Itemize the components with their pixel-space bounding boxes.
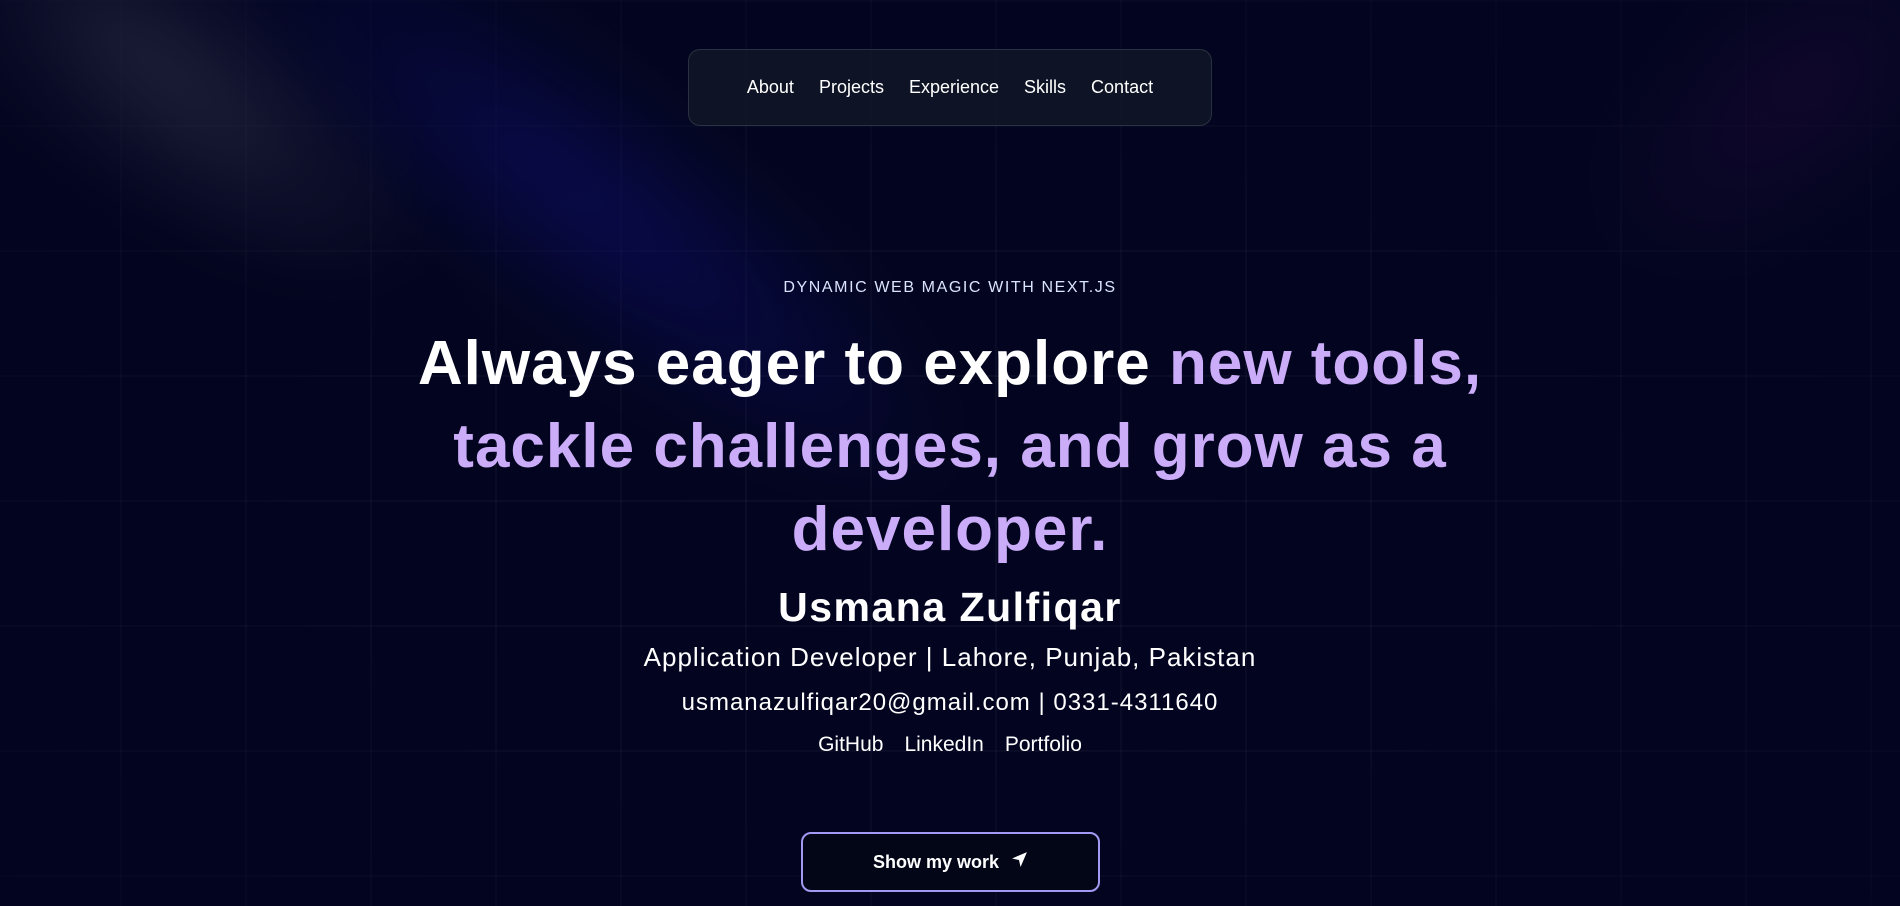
location-arrow-icon (1011, 851, 1028, 873)
hero-eyebrow: DYNAMIC WEB MAGIC WITH NEXT.JS (783, 279, 1117, 296)
social-links: GitHub LinkedIn Portfolio (0, 733, 1900, 757)
profile-contact: usmanazulfiqar20@gmail.com | 0331-431164… (681, 689, 1219, 716)
github-link[interactable]: GitHub (818, 733, 883, 757)
hero-headline: Always eager to explore new tools, tackl… (360, 322, 1540, 571)
page: About Projects Experience Skills Contact… (0, 0, 1900, 906)
nav-link-contact[interactable]: Contact (1091, 77, 1153, 98)
nav-link-projects[interactable]: Projects (819, 77, 884, 98)
profile-name: Usmana Zulfiqar (778, 584, 1122, 630)
headline-plain-text: Always eager to explore (417, 329, 1169, 398)
profile-role: Application Developer | Lahore, Punjab, … (643, 642, 1257, 672)
show-my-work-button[interactable]: Show my work (801, 832, 1100, 892)
nav-link-skills[interactable]: Skills (1024, 77, 1066, 98)
floating-navbar: About Projects Experience Skills Contact (688, 49, 1212, 126)
nav-link-experience[interactable]: Experience (909, 77, 999, 98)
cta-label: Show my work (872, 851, 1000, 872)
nav-link-about[interactable]: About (747, 77, 794, 98)
linkedin-link[interactable]: LinkedIn (904, 733, 983, 757)
portfolio-link[interactable]: Portfolio (1005, 733, 1082, 757)
